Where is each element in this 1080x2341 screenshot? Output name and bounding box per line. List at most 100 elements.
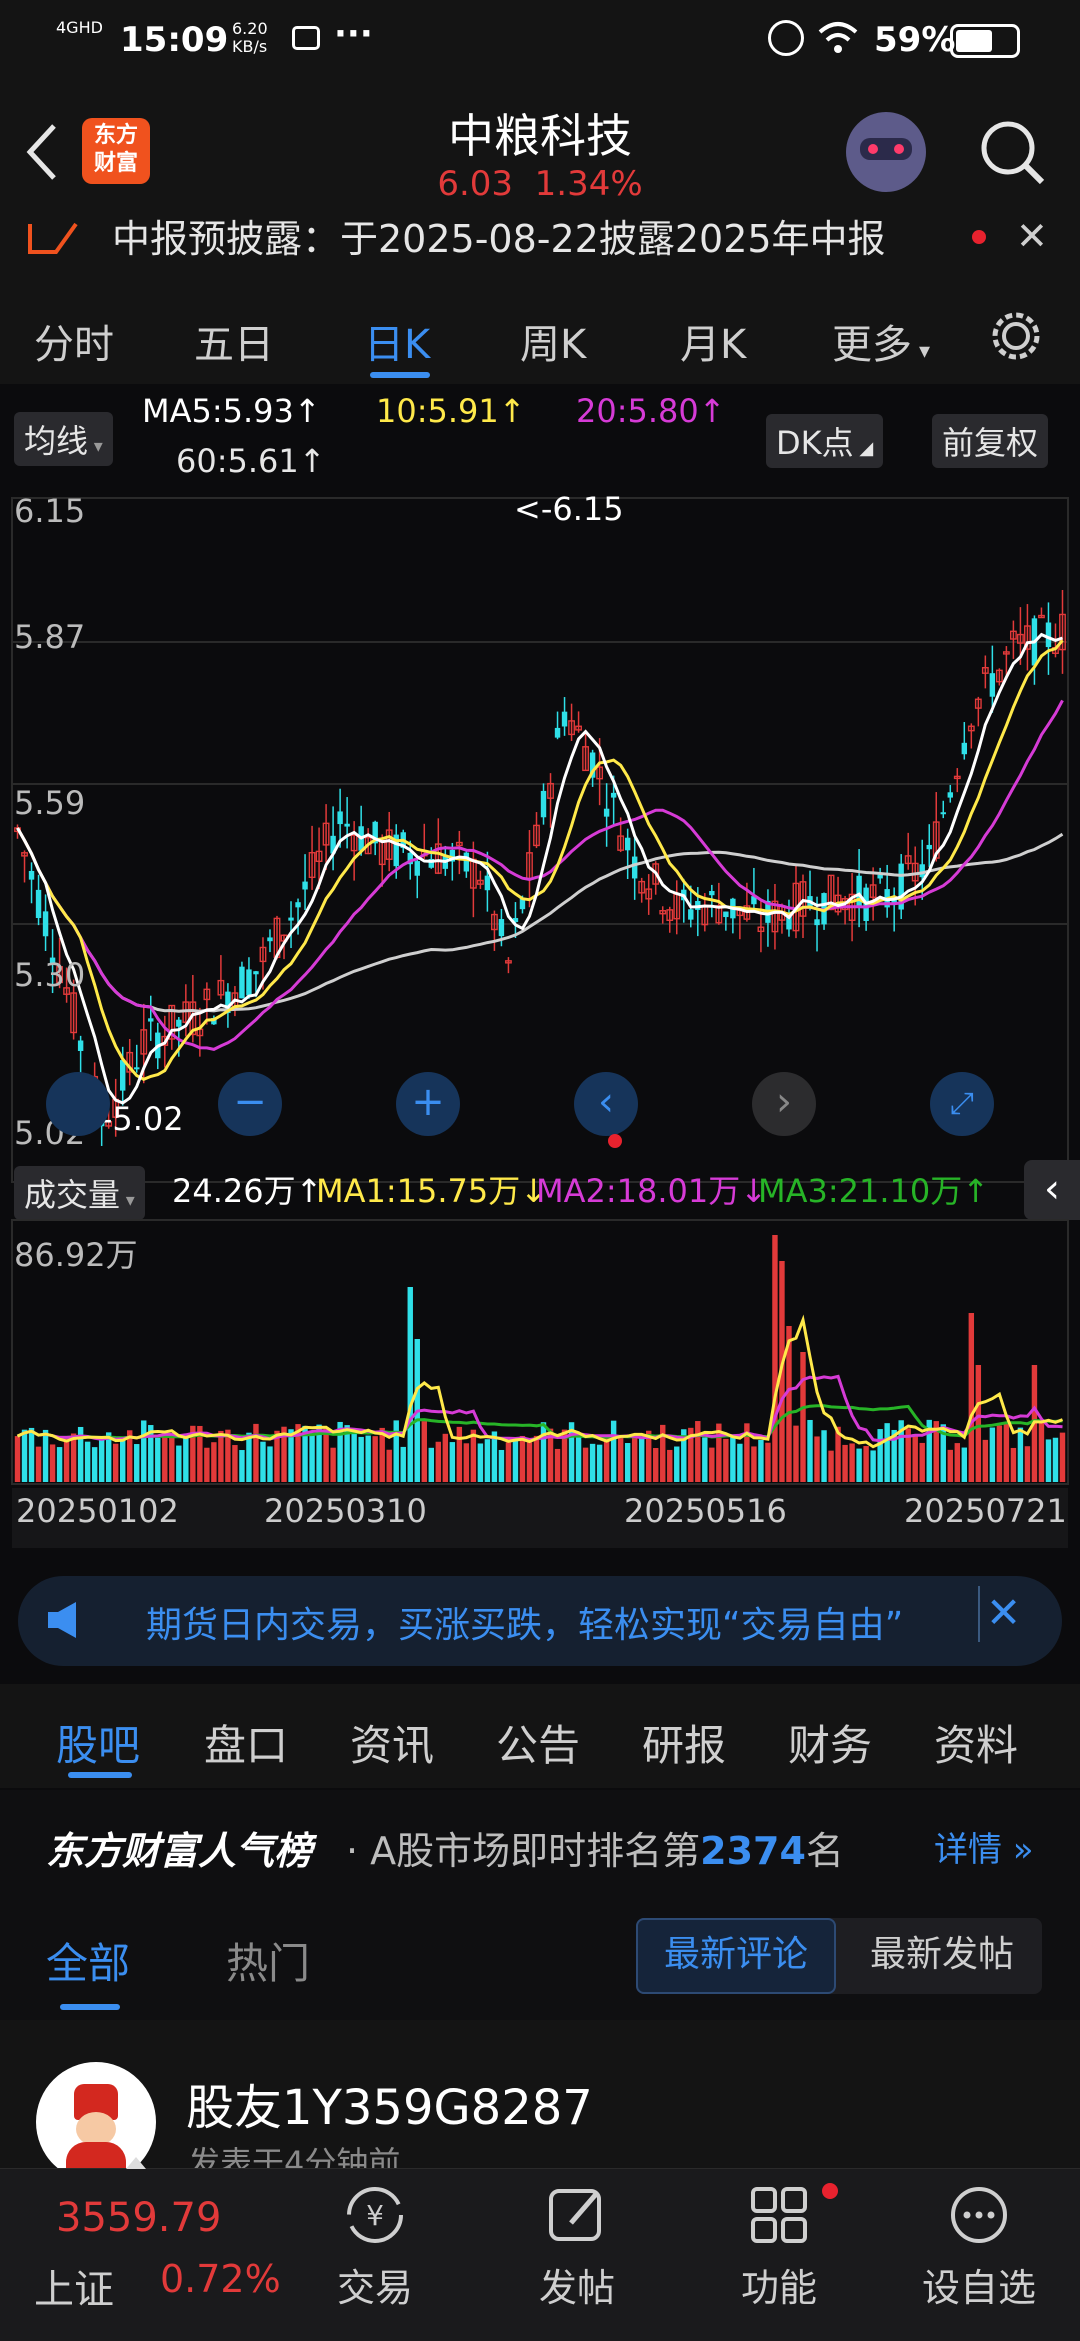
candle-body <box>463 852 470 872</box>
ma60-label: 60:5.61↑ <box>176 442 326 480</box>
gear-icon[interactable] <box>990 310 1042 362</box>
nav-functions[interactable]: 功能 <box>704 2183 854 2312</box>
indicator-selector[interactable]: 成交量 ▾ <box>14 1166 145 1220</box>
volume-bar <box>975 1365 982 1482</box>
adjust-button[interactable]: 前复权 <box>932 414 1049 468</box>
volume-bar <box>968 1313 975 1482</box>
volume-bar <box>21 1429 28 1482</box>
vol-ma1-label: MA1:15.75万↓ <box>316 1172 548 1210</box>
candle-body <box>288 917 294 921</box>
notice-banner[interactable]: 中报预披露：于2025-08-22披露2025年中报 ✕ <box>0 216 1080 285</box>
ma-selector[interactable]: 均线 ▾ <box>14 412 113 466</box>
tab-order-book[interactable]: 盘口 <box>204 1712 288 1773</box>
ad-banner[interactable]: 期货日内交易，买涨买跌，轻松实现“交易自由” ✕ <box>18 1576 1062 1666</box>
volume-bar <box>912 1434 918 1482</box>
notice-close-button[interactable]: ✕ <box>1016 216 1048 258</box>
nav-trade[interactable]: ¥ 交易 <box>300 2183 450 2312</box>
volume-bar <box>351 1431 357 1482</box>
tab-news[interactable]: 资讯 <box>350 1712 434 1773</box>
volume-bar <box>877 1429 883 1482</box>
ad-text: 期货日内交易，买涨买跌，轻松实现“交易自由” <box>146 1605 904 1646</box>
status-bar: 4GHD 15:09 6.20 KB/s ··· 59% <box>0 0 1080 86</box>
pan-left-button[interactable]: ‹ <box>574 1072 638 1136</box>
volume-bar <box>442 1433 449 1482</box>
megaphone-icon <box>48 1602 76 1638</box>
post-username[interactable]: 股友1Y359G8287 <box>186 2068 593 2138</box>
high-annotation: <-6.15 <box>514 490 624 528</box>
tab-announcements[interactable]: 公告 <box>496 1712 580 1773</box>
rank-detail-link[interactable]: 详情 » <box>934 1822 1034 1871</box>
volume-bar <box>477 1443 484 1482</box>
ad-close-button[interactable]: ✕ <box>986 1588 1021 1637</box>
battery-icon <box>950 24 1020 58</box>
active-tab-indicator <box>68 1772 132 1778</box>
volume-bar <box>989 1427 996 1482</box>
sort-latest-post[interactable]: 最新发帖 <box>842 1918 1042 1994</box>
candle-body <box>688 909 694 920</box>
zoom-out-button[interactable]: − <box>218 1072 282 1136</box>
nav-watchlist[interactable]: 设自选 <box>904 2183 1054 2312</box>
tab-finance[interactable]: 财务 <box>788 1712 872 1773</box>
tab-weekly-k[interactable]: 周K <box>520 312 586 370</box>
volume-bar <box>211 1442 217 1482</box>
volume-bar <box>393 1420 399 1482</box>
zoom-in-button[interactable]: + <box>396 1072 460 1136</box>
tab-monthly-k[interactable]: 月K <box>680 312 746 370</box>
collapse-indicator-button[interactable]: ‹ <box>1024 1160 1080 1220</box>
candle-body <box>498 919 505 937</box>
candlestick-chart[interactable] <box>0 494 1080 1184</box>
volume-bar <box>772 1235 778 1482</box>
volume-bar <box>232 1445 238 1482</box>
scroll-left-end-button[interactable] <box>46 1072 110 1136</box>
post-item[interactable]: 股友1Y359G8287 发表于4分钟前 <box>0 2020 1080 2182</box>
volume-bar <box>42 1429 49 1482</box>
volume-bar <box>982 1439 989 1482</box>
nav-post[interactable]: 发帖 <box>502 2183 652 2312</box>
dk-point-button[interactable]: DK点 ◢ <box>766 414 884 468</box>
position-dot <box>608 1134 622 1148</box>
candle-body <box>148 1018 154 1022</box>
volume-bar <box>667 1449 673 1482</box>
tab-profile[interactable]: 资料 <box>934 1712 1018 1773</box>
tab-guba[interactable]: 股吧 <box>56 1712 140 1773</box>
sort-latest-comment[interactable]: 最新评论 <box>636 1918 836 1994</box>
volume-bar <box>996 1425 1003 1482</box>
volume-bar <box>1010 1447 1017 1482</box>
filter-hot[interactable]: 热门 <box>226 1930 310 1991</box>
tab-intraday[interactable]: 分时 <box>34 312 114 370</box>
kline-chart-area[interactable]: 均线 ▾ MA5:5.93↑ 10:5.91↑ 20:5.80↑ 60:5.61… <box>0 384 1080 1564</box>
volume-bar <box>155 1437 161 1482</box>
vol-ma1-line <box>16 1314 1064 1449</box>
candle-body <box>267 937 273 942</box>
volume-bar <box>638 1434 645 1482</box>
rank-text: · A股市场即时排名第2374名 <box>346 1829 844 1873</box>
volume-bar <box>372 1436 378 1482</box>
search-icon[interactable] <box>978 118 1048 188</box>
volume-bar <box>863 1446 869 1482</box>
volume-bar <box>14 1436 21 1482</box>
sort-toggle: 最新评论 最新发帖 <box>636 1918 1042 1994</box>
volume-bar <box>526 1442 533 1482</box>
tab-more[interactable]: 更多 ▾ <box>832 312 930 370</box>
active-filter-indicator <box>60 2004 120 2010</box>
volume-bar <box>323 1428 329 1482</box>
index-name[interactable]: 上证 <box>34 2257 114 2315</box>
svg-text:¥: ¥ <box>366 2199 384 2232</box>
fullscreen-icon[interactable]: ⤢ <box>930 1072 994 1136</box>
volume-chart[interactable] <box>0 1218 1080 1486</box>
expand-arrow-icon[interactable] <box>126 2157 146 2169</box>
volume-bar <box>828 1450 834 1482</box>
tab-daily-k[interactable]: 日K <box>364 312 430 370</box>
robot-avatar-icon[interactable] <box>846 112 926 192</box>
candle-body <box>940 812 946 815</box>
volume-bar <box>617 1437 624 1482</box>
status-time: 15:09 <box>120 20 229 60</box>
volume-bar <box>610 1420 617 1482</box>
filter-all[interactable]: 全部 <box>46 1930 130 1991</box>
tab-research[interactable]: 研报 <box>642 1712 726 1773</box>
volume-bar <box>463 1443 470 1482</box>
volume-bar <box>484 1439 491 1482</box>
pan-right-button[interactable]: › <box>752 1072 816 1136</box>
tab-five-day[interactable]: 五日 <box>194 312 274 370</box>
popularity-rank-bar[interactable]: 东方财富人气榜 · A股市场即时排名第2374名 详情 » <box>0 1790 1080 1900</box>
